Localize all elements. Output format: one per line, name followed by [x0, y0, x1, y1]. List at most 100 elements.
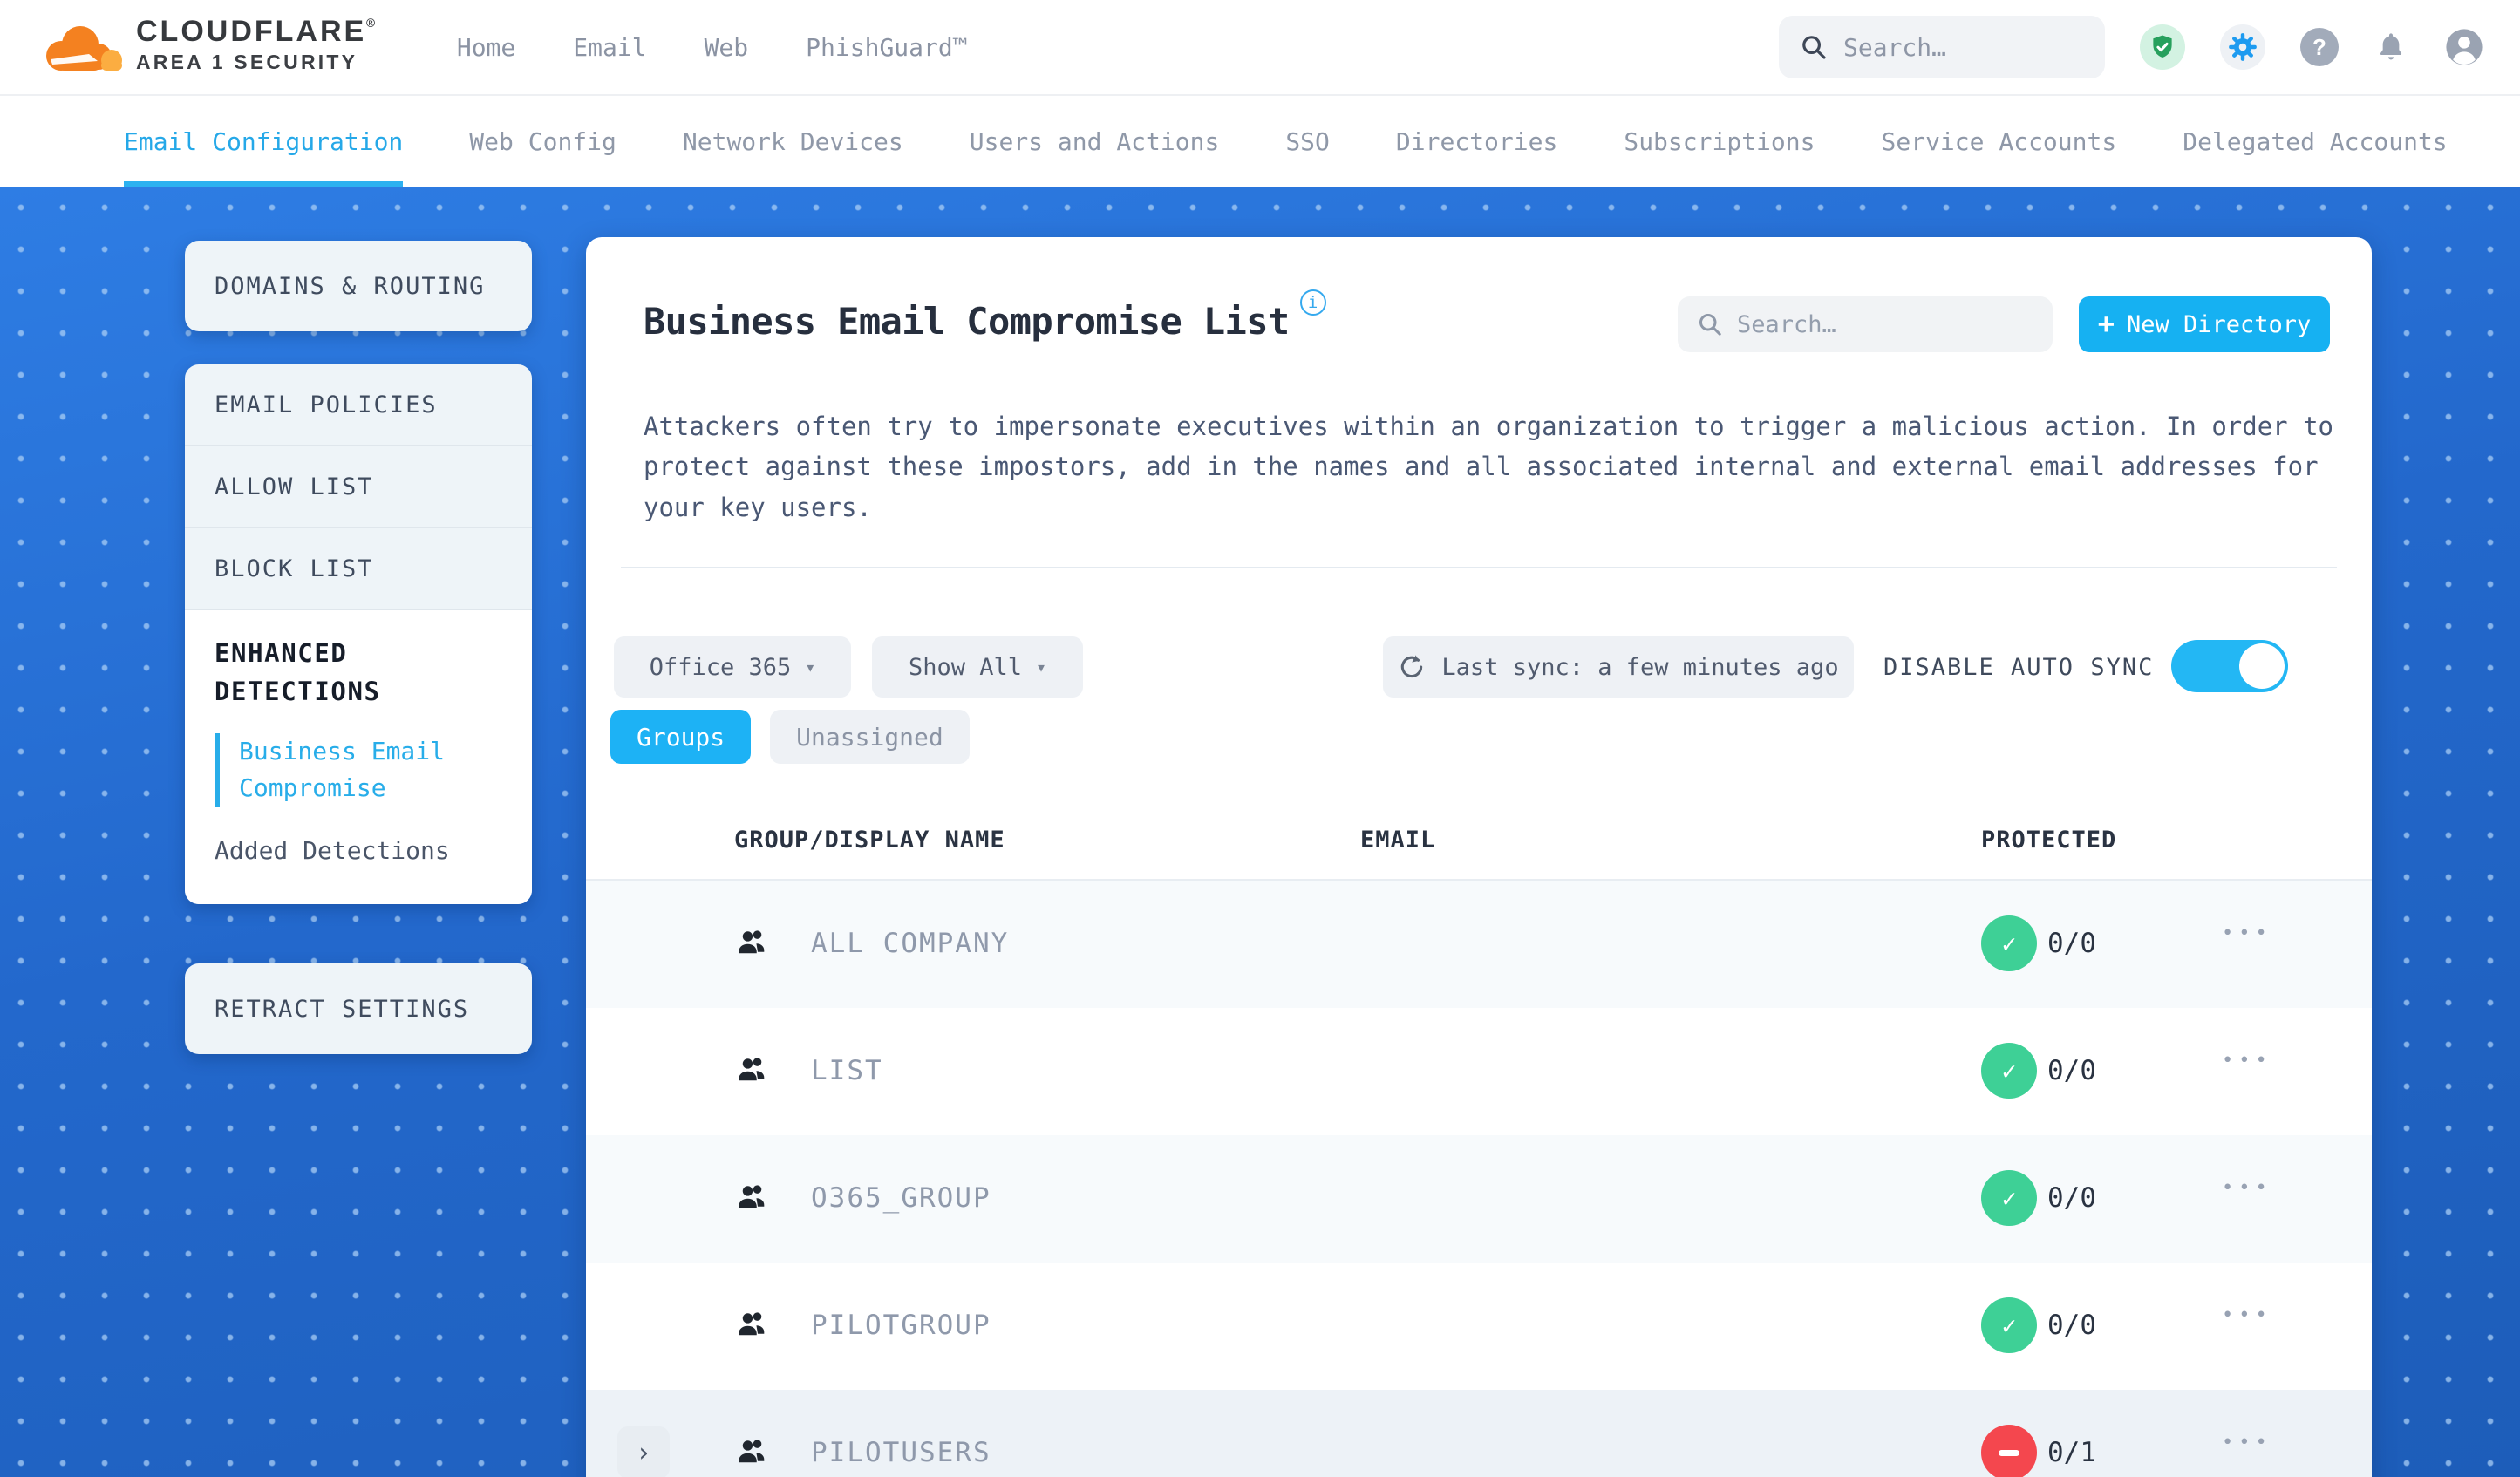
protected-status-icon: ✓ [1981, 1170, 2037, 1226]
topnav-item-home[interactable]: Home [457, 33, 515, 62]
column-header-group: GROUP/DISPLAY NAME [734, 827, 1005, 854]
cloudflare-logo[interactable]: CLOUDFLARE® AREA 1 SECURITY [35, 15, 375, 78]
column-header-email: EMAIL [1360, 827, 1436, 854]
table-row: O365_GROUP ✓ 0/0 ••• [586, 1135, 2372, 1263]
protected-count: 0/0 [2047, 1310, 2096, 1341]
show-filter-value: Show All [908, 653, 1022, 681]
group-name: PILOTUSERS [811, 1437, 991, 1468]
info-icon[interactable]: i [1299, 289, 1326, 316]
column-header-protected: PROTECTED [1981, 827, 2117, 854]
group-name: ALL COMPANY [811, 928, 1010, 959]
sidebar-item-added-detections[interactable]: Added Detections [215, 833, 502, 869]
chevron-right-icon: › [635, 1437, 652, 1468]
sidebar: DOMAINS & ROUTING EMAIL POLICIES ALLOW L… [185, 241, 532, 1054]
tab-users-and-actions[interactable]: Users and Actions [970, 96, 1220, 187]
show-filter-dropdown[interactable]: Show All ▾ [872, 636, 1083, 698]
protected-status-icon: ✓ [1981, 1043, 2037, 1099]
new-directory-button[interactable]: + New Directory [2079, 296, 2330, 352]
protected-count: 0/1 [2047, 1437, 2096, 1468]
page-description: Attackers often try to impersonate execu… [644, 412, 2334, 522]
search-icon [1699, 314, 1721, 336]
disable-auto-sync-label: DISABLE AUTO SYNC [1883, 654, 2155, 681]
protected-status-icon [1981, 1425, 2037, 1477]
global-search-input[interactable] [1843, 32, 2070, 62]
sidebar-item-enhanced-detections[interactable]: ENHANCED DETECTIONS [215, 635, 502, 711]
sidebar-enhanced-detections-section: ENHANCED DETECTIONS Business Email Compr… [185, 610, 532, 904]
row-actions-button[interactable]: ••• [2222, 1177, 2272, 1199]
sidebar-item-email-policies[interactable]: EMAIL POLICIES [185, 364, 532, 446]
source-filter-value: Office 365 [649, 653, 792, 681]
topnav-item-web[interactable]: Web [705, 33, 749, 62]
brand-registered-mark: ® [366, 15, 375, 31]
page-title: Business Email Compromise List [644, 300, 1290, 343]
sidebar-item-business-email-compromise[interactable]: Business Email Compromise [215, 733, 502, 807]
top-bar: CLOUDFLARE® AREA 1 SECURITY Home Email Web… [0, 0, 2520, 96]
content-background: DOMAINS & ROUTING EMAIL POLICIES ALLOW L… [0, 187, 2520, 1477]
section-tab-bar: Email Configuration Web Config Network Dev… [0, 96, 2520, 187]
view-tabs: Groups Unassigned [610, 710, 970, 764]
group-icon [736, 928, 769, 963]
tab-sso[interactable]: SSO [1285, 96, 1330, 187]
topnav-item-email[interactable]: Email [573, 33, 646, 62]
auto-sync-toggle[interactable] [2171, 640, 2288, 692]
view-tab-unassigned[interactable]: Unassigned [770, 710, 970, 764]
refresh-icon [1401, 655, 1423, 678]
account-avatar-icon[interactable] [2443, 26, 2485, 68]
gear-icon [2229, 33, 2257, 61]
sidebar-item-retract-settings[interactable]: RETRACT SETTINGS [185, 963, 532, 1054]
search-icon [1802, 36, 1826, 59]
protected-status-icon: ✓ [1981, 915, 2037, 971]
sidebar-item-domains-routing[interactable]: DOMAINS & ROUTING [185, 241, 532, 331]
sidebar-policies-card: EMAIL POLICIES ALLOW LIST BLOCK LIST ENH… [185, 364, 532, 904]
tab-service-accounts[interactable]: Service Accounts [1882, 96, 2117, 187]
row-actions-button[interactable]: ••• [2222, 922, 2272, 944]
sidebar-item-allow-list[interactable]: ALLOW LIST [185, 446, 532, 528]
topnav-item-phishguard[interactable]: PhishGuard™ [806, 33, 967, 62]
brand-name: CLOUDFLARE [136, 15, 367, 48]
tab-email-configuration[interactable]: Email Configuration [124, 96, 404, 187]
chevron-down-icon: ▾ [1036, 657, 1047, 677]
help-button[interactable]: ? [2300, 28, 2339, 66]
view-tab-groups[interactable]: Groups [610, 710, 752, 764]
tab-delegated-accounts[interactable]: Delegated Accounts [2183, 96, 2447, 187]
protected-count: 0/0 [2047, 1182, 2096, 1214]
settings-button[interactable] [2220, 24, 2265, 70]
expand-row-button[interactable]: › [617, 1426, 670, 1477]
group-icon [736, 1310, 769, 1344]
row-actions-button[interactable]: ••• [2222, 1050, 2272, 1072]
list-search[interactable] [1678, 296, 2053, 352]
notifications-bell-icon[interactable] [2374, 30, 2408, 65]
toggle-knob [2239, 643, 2285, 689]
table-row: LIST ✓ 0/0 ••• [586, 1008, 2372, 1135]
shield-check-icon [2153, 35, 2172, 58]
tab-network-devices[interactable]: Network Devices [683, 96, 903, 187]
row-actions-button[interactable]: ••• [2222, 1304, 2272, 1326]
group-icon [736, 1055, 769, 1090]
tab-subscriptions[interactable]: Subscriptions [1624, 96, 1815, 187]
list-search-input[interactable] [1737, 310, 2016, 338]
new-directory-label: New Directory [2126, 310, 2312, 338]
plus-icon: + [2097, 307, 2115, 340]
protected-count: 0/0 [2047, 1055, 2096, 1086]
last-sync-status[interactable]: Last sync: a few minutes ago [1383, 636, 1854, 698]
groups-table: GROUP/DISPLAY NAME EMAIL PROTECTED ALL C… [586, 802, 2372, 1477]
tab-web-config[interactable]: Web Config [469, 96, 616, 187]
security-status-button[interactable] [2140, 24, 2185, 70]
global-search[interactable] [1779, 16, 2105, 78]
table-header: GROUP/DISPLAY NAME EMAIL PROTECTED [586, 802, 2372, 879]
tab-directories[interactable]: Directories [1396, 96, 1557, 187]
top-navigation: Home Email Web PhishGuard™ [457, 33, 968, 62]
divider [621, 567, 2337, 568]
main-panel: Business Email Compromise List i + New D… [586, 237, 2372, 1477]
group-icon [736, 1182, 769, 1217]
chevron-down-icon: ▾ [805, 657, 816, 677]
logo-text: CLOUDFLARE® AREA 1 SECURITY [136, 15, 375, 74]
sidebar-item-block-list[interactable]: BLOCK LIST [185, 528, 532, 610]
protected-count: 0/0 [2047, 928, 2096, 959]
top-right-controls: ? [1779, 16, 2485, 78]
group-icon [736, 1437, 769, 1472]
row-actions-button[interactable]: ••• [2222, 1432, 2272, 1453]
last-sync-text: Last sync: a few minutes ago [1441, 653, 1839, 681]
group-name: O365_GROUP [811, 1182, 991, 1214]
source-filter-dropdown[interactable]: Office 365 ▾ [614, 636, 851, 698]
